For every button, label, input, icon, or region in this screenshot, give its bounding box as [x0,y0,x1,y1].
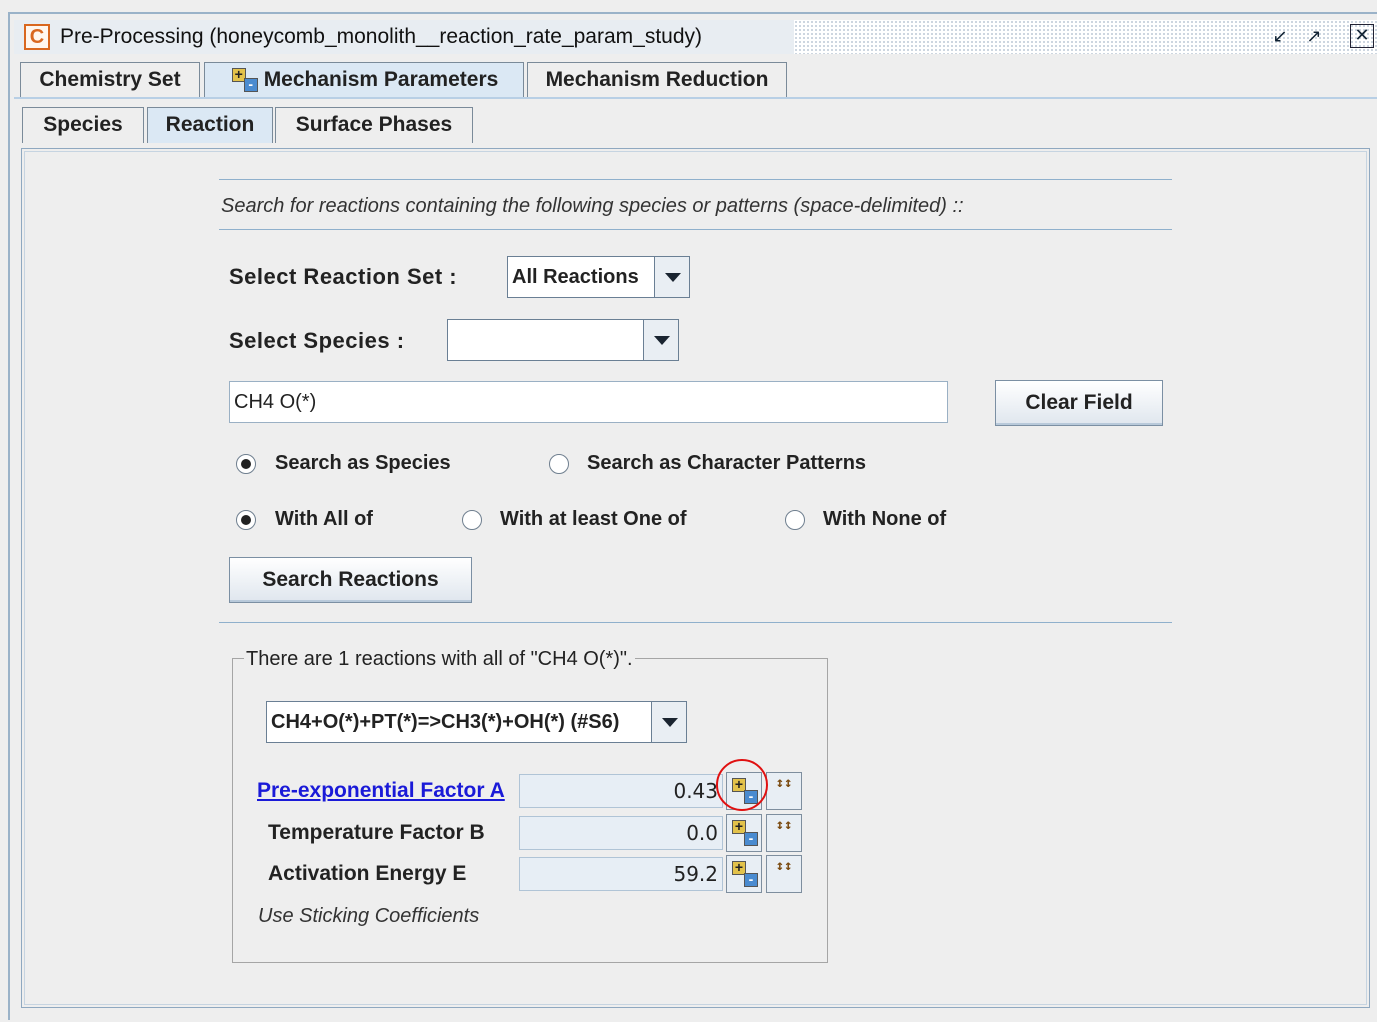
tab-label: Species [43,113,123,136]
results-summary: There are 1 reactions with all of "CH4 O… [244,648,635,671]
tab-mechanism-parameters[interactable]: + - Mechanism Parameters [204,62,524,98]
tab-label: Reaction [165,113,255,136]
separator [219,622,1172,623]
tab-label: Mechanism Parameters [263,68,499,91]
tab-reaction[interactable]: Reaction [147,107,273,143]
sliders-button[interactable]: ↕↕ [766,814,802,852]
search-as-species-radio[interactable] [236,454,256,474]
chevron-down-icon [651,702,686,742]
temperature-factor-field[interactable]: 0.0 [519,816,723,850]
separator [219,229,1172,230]
chevron-down-icon [643,320,678,360]
search-as-patterns-radio[interactable] [549,454,569,474]
reaction-set-dropdown[interactable]: All Reactions [507,256,690,298]
highlight-circle [716,759,768,811]
tab-divider [14,97,1377,99]
search-reactions-button[interactable]: Search Reactions [229,557,472,603]
tab-chemistry-set[interactable]: Chemistry Set [20,62,200,98]
temperature-factor-label: Temperature Factor B [268,821,485,844]
chevron-down-icon [654,257,689,297]
app-icon: C [24,24,50,50]
sliders-button[interactable]: ↕↕ [766,855,802,893]
tab-label: Mechanism Reduction [545,68,769,91]
sticking-coefficients-note: Use Sticking Coefficients [258,905,480,927]
window-title: Pre-Processing (honeycomb_monolith__reac… [60,25,703,48]
search-as-species-label: Search as Species [275,452,451,474]
sliders-button[interactable]: ↕↕ [766,772,802,810]
search-as-patterns-label: Search as Character Patterns [587,452,867,474]
with-at-least-one-of-label: With at least One of [500,508,687,530]
search-query-input[interactable]: CH4 O(*) [229,381,948,423]
pre-exponential-factor-field[interactable]: 0.43 [519,774,723,808]
maximize-icon[interactable]: ↗ [1302,24,1326,48]
reaction-dropdown[interactable]: CH4+O(*)+PT(*)=>CH3(*)+OH(*) (#S6) [266,701,687,743]
plus-minus-button[interactable]: + - [726,855,762,893]
reaction-set-label: Select Reaction Set : [229,264,458,289]
tab-surface-phases[interactable]: Surface Phases [275,107,473,143]
pre-exponential-factor-link[interactable]: Pre-exponential Factor A [257,779,505,803]
with-none-of-label: With None of [823,508,947,530]
with-none-of-radio[interactable] [785,510,805,530]
tab-label: Chemistry Set [39,68,181,91]
plus-minus-icon: + - [230,66,260,94]
reaction-set-value: All Reactions [512,266,639,288]
with-all-of-label: With All of [275,508,373,530]
minimize-icon[interactable]: ↙ [1268,24,1292,48]
plus-minus-button[interactable]: + - [726,814,762,852]
tab-label: Surface Phases [295,113,453,136]
reaction-value: CH4+O(*)+PT(*)=>CH3(*)+OH(*) (#S6) [271,711,620,733]
clear-field-button[interactable]: Clear Field [995,380,1163,426]
close-icon[interactable]: ✕ [1350,24,1374,48]
with-all-of-radio[interactable] [236,510,256,530]
search-instructions: Search for reactions containing the foll… [221,195,964,217]
tab-mechanism-reduction[interactable]: Mechanism Reduction [527,62,787,98]
separator [219,179,1172,180]
tab-species[interactable]: Species [22,107,144,143]
activation-energy-field[interactable]: 59.2 [519,857,723,891]
activation-energy-label: Activation Energy E [268,862,467,885]
species-label: Select Species : [229,328,405,353]
with-at-least-one-of-radio[interactable] [462,510,482,530]
species-dropdown[interactable] [447,319,679,361]
